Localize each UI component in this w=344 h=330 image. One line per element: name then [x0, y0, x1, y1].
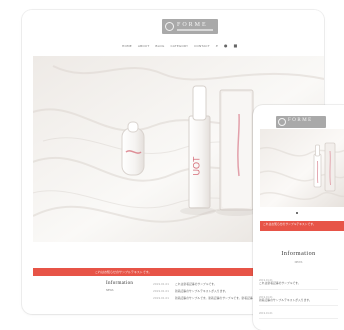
info-text: これは新着記事のサンプルです。 — [175, 282, 217, 286]
logo-mark-icon — [165, 22, 174, 31]
phone-info-text: これは新着記事のサンプルです。 — [259, 281, 301, 285]
nav-about[interactable]: ABOUT — [138, 44, 149, 48]
phone-hero-image — [260, 129, 344, 207]
phone-mockup: FORME これはお知らせのサンプルテキストです。 Information NE… — [253, 105, 344, 330]
nav-contact[interactable]: CONTACT — [194, 44, 210, 48]
phone-info-list: 2019.01.01 これは新着記事のサンプルです。 2019.01.01 新着… — [259, 278, 338, 324]
info-date: 2019.01.01 — [153, 282, 170, 286]
site-logo[interactable]: FORME — [162, 19, 218, 34]
cart-icon[interactable]: ■ — [234, 44, 238, 48]
phone-info-text: 新着記事のサンプルテキストが入ります。 — [259, 297, 312, 302]
mockup-stage: FORME HOME ABOUT BLOG CATEGORY CONTACT ⌕… — [0, 0, 344, 330]
carousel-dot-indicator[interactable] — [296, 212, 298, 214]
nav-blog[interactable]: BLOG — [155, 44, 164, 48]
info-text: 新着記事のサンプルテキストが入ります。 — [175, 289, 228, 293]
phone-info-title: Information — [281, 251, 316, 257]
phone-site-logo[interactable]: FORME — [276, 116, 326, 128]
nav-category[interactable]: CATEGORY — [170, 44, 188, 48]
info-date: 2019.01.01 — [153, 296, 170, 300]
phone-announcement-bar[interactable]: これはお知らせのサンプルテキストです。 — [260, 221, 344, 231]
svg-text:UOT: UOT — [192, 156, 202, 176]
search-icon[interactable]: ⌕ — [216, 44, 218, 48]
info-date: 2019.01.01 — [153, 289, 170, 293]
list-item[interactable]: 2019.01.01 新着記事のサンプルテキストが入ります。 — [259, 295, 338, 306]
phone-info-subtitle: NEWS — [294, 261, 303, 264]
desktop-announcement-text: これはお知らせのサンプルテキストです。 — [95, 270, 152, 274]
user-icon[interactable]: ● — [224, 44, 228, 48]
list-item[interactable]: 2019.01.01 — [259, 311, 338, 319]
phone-hero-illustration — [260, 129, 344, 207]
list-item[interactable]: 2019.01.01 これは新着記事のサンプルです。 — [259, 278, 338, 290]
phone-logo-text: FORME — [288, 118, 313, 123]
desktop-nav: HOME ABOUT BLOG CATEGORY CONTACT ⌕ ● ■ — [122, 44, 238, 49]
nav-home[interactable]: HOME — [122, 44, 132, 48]
logo-subline — [177, 29, 213, 31]
desktop-header: FORME HOME ABOUT BLOG CATEGORY CONTACT ⌕… — [22, 10, 324, 56]
desktop-info-title: Information — [106, 281, 134, 286]
phone-bottom-fade — [253, 320, 344, 330]
desktop-info-subtitle: NEWS — [106, 289, 114, 292]
phone-announcement-text: これはお知らせのサンプルテキストです。 — [263, 222, 316, 226]
logo-text: FORME — [177, 22, 208, 28]
phone-info-date: 2019.01.01 — [259, 312, 273, 315]
logo-mark-icon — [278, 118, 286, 126]
